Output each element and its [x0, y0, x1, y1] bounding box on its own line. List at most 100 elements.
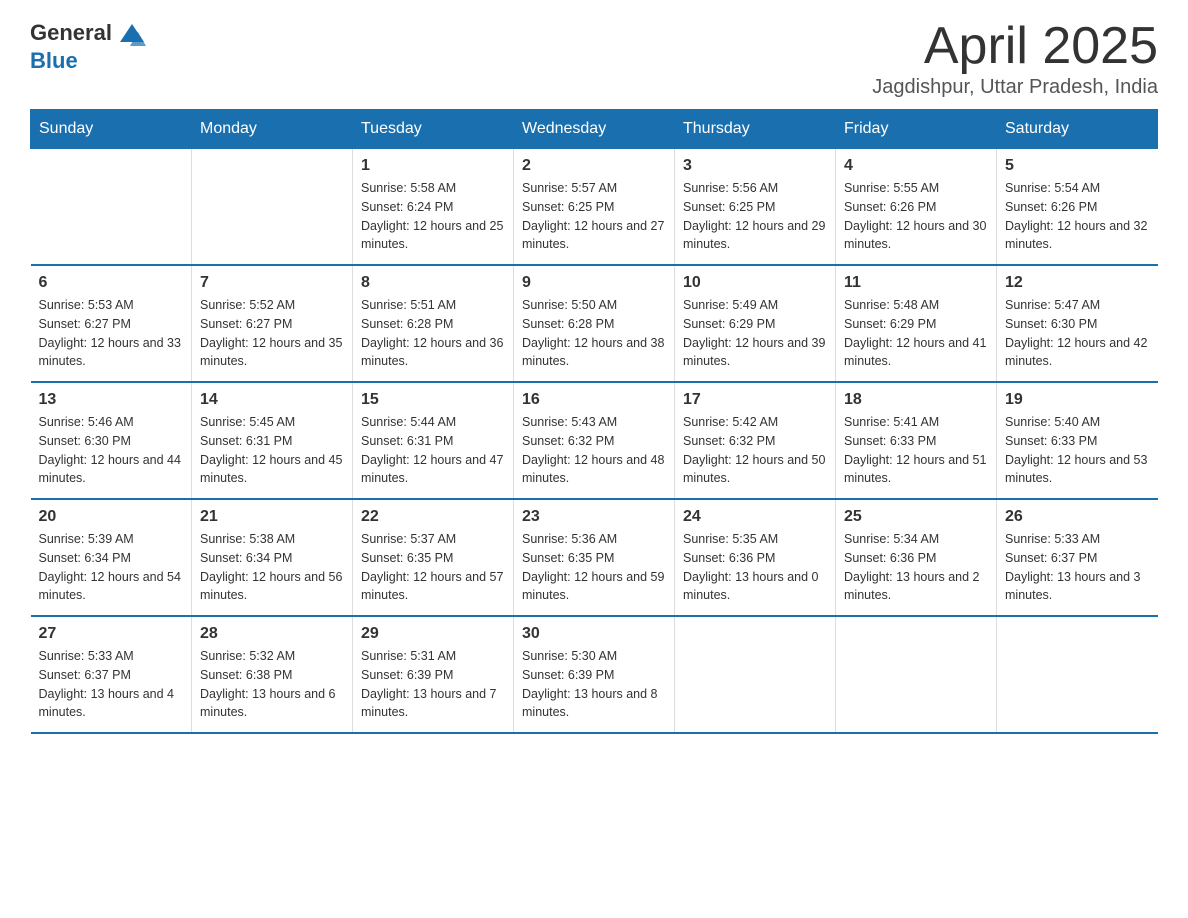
location-title: Jagdishpur, Uttar Pradesh, India — [872, 76, 1158, 99]
calendar-cell: 21 Sunrise: 5:38 AM Sunset: 6:34 PM Dayli… — [192, 499, 353, 616]
day-number: 23 — [522, 508, 666, 526]
day-info: Sunrise: 5:32 AM Sunset: 6:38 PM Dayligh… — [200, 647, 344, 722]
logo-text-blue: Blue — [30, 48, 78, 73]
day-number: 3 — [683, 157, 827, 175]
day-info: Sunrise: 5:53 AM Sunset: 6:27 PM Dayligh… — [39, 296, 184, 371]
calendar-week-row: 6 Sunrise: 5:53 AM Sunset: 6:27 PM Daylig… — [31, 265, 1158, 382]
day-info: Sunrise: 5:40 AM Sunset: 6:33 PM Dayligh… — [1005, 413, 1150, 488]
calendar-header-sunday: Sunday — [31, 110, 192, 149]
day-info: Sunrise: 5:54 AM Sunset: 6:26 PM Dayligh… — [1005, 179, 1150, 254]
calendar-header-saturday: Saturday — [997, 110, 1158, 149]
day-number: 16 — [522, 391, 666, 409]
day-number: 2 — [522, 157, 666, 175]
day-number: 10 — [683, 274, 827, 292]
day-number: 14 — [200, 391, 344, 409]
calendar-cell: 9 Sunrise: 5:50 AM Sunset: 6:28 PM Daylig… — [514, 265, 675, 382]
day-info: Sunrise: 5:51 AM Sunset: 6:28 PM Dayligh… — [361, 296, 505, 371]
calendar-cell: 28 Sunrise: 5:32 AM Sunset: 6:38 PM Dayli… — [192, 616, 353, 733]
day-number: 9 — [522, 274, 666, 292]
day-info: Sunrise: 5:46 AM Sunset: 6:30 PM Dayligh… — [39, 413, 184, 488]
day-number: 27 — [39, 625, 184, 643]
calendar-cell: 26Sunrise: 5:33 AM Sunset: 6:37 PM Dayli… — [997, 499, 1158, 616]
calendar-cell: 13 Sunrise: 5:46 AM Sunset: 6:30 PM Dayli… — [31, 382, 192, 499]
day-number: 18 — [844, 391, 988, 409]
calendar-cell: 14 Sunrise: 5:45 AM Sunset: 6:31 PM Dayli… — [192, 382, 353, 499]
calendar-cell: 11 Sunrise: 5:48 AM Sunset: 6:29 PM Dayli… — [836, 265, 997, 382]
calendar-cell: 29 Sunrise: 5:31 AM Sunset: 6:39 PM Dayli… — [353, 616, 514, 733]
calendar: SundayMondayTuesdayWednesdayThursdayFrid… — [30, 109, 1158, 734]
day-info: Sunrise: 5:49 AM Sunset: 6:29 PM Dayligh… — [683, 296, 827, 371]
calendar-week-row: 1Sunrise: 5:58 AM Sunset: 6:24 PM Daylig… — [31, 149, 1158, 266]
day-info: Sunrise: 5:47 AM Sunset: 6:30 PM Dayligh… — [1005, 296, 1150, 371]
calendar-header-tuesday: Tuesday — [353, 110, 514, 149]
calendar-header-thursday: Thursday — [675, 110, 836, 149]
day-number: 12 — [1005, 274, 1150, 292]
calendar-cell: 30 Sunrise: 5:30 AM Sunset: 6:39 PM Dayli… — [514, 616, 675, 733]
calendar-cell: 12 Sunrise: 5:47 AM Sunset: 6:30 PM Dayli… — [997, 265, 1158, 382]
day-number: 7 — [200, 274, 344, 292]
calendar-cell: 2Sunrise: 5:57 AM Sunset: 6:25 PM Daylig… — [514, 149, 675, 266]
day-number: 29 — [361, 625, 505, 643]
title-area: April 2025 Jagdishpur, Uttar Pradesh, In… — [872, 20, 1158, 99]
day-info: Sunrise: 5:35 AM Sunset: 6:36 PM Dayligh… — [683, 530, 827, 605]
day-number: 25 — [844, 508, 988, 526]
day-info: Sunrise: 5:43 AM Sunset: 6:32 PM Dayligh… — [522, 413, 666, 488]
day-info: Sunrise: 5:31 AM Sunset: 6:39 PM Dayligh… — [361, 647, 505, 722]
day-info: Sunrise: 5:55 AM Sunset: 6:26 PM Dayligh… — [844, 179, 988, 254]
day-info: Sunrise: 5:39 AM Sunset: 6:34 PM Dayligh… — [39, 530, 184, 605]
page-header: General Blue April 2025 Jagdishpur, Utta… — [30, 20, 1158, 99]
day-number: 17 — [683, 391, 827, 409]
month-title: April 2025 — [872, 20, 1158, 72]
calendar-cell: 25 Sunrise: 5:34 AM Sunset: 6:36 PM Dayli… — [836, 499, 997, 616]
day-info: Sunrise: 5:52 AM Sunset: 6:27 PM Dayligh… — [200, 296, 344, 371]
calendar-cell — [836, 616, 997, 733]
day-info: Sunrise: 5:56 AM Sunset: 6:25 PM Dayligh… — [683, 179, 827, 254]
calendar-cell: 4 Sunrise: 5:55 AM Sunset: 6:26 PM Daylig… — [836, 149, 997, 266]
day-info: Sunrise: 5:37 AM Sunset: 6:35 PM Dayligh… — [361, 530, 505, 605]
day-number: 8 — [361, 274, 505, 292]
calendar-cell — [997, 616, 1158, 733]
day-info: Sunrise: 5:33 AM Sunset: 6:37 PM Dayligh… — [1005, 530, 1150, 605]
day-info: Sunrise: 5:38 AM Sunset: 6:34 PM Dayligh… — [200, 530, 344, 605]
calendar-cell: 20 Sunrise: 5:39 AM Sunset: 6:34 PM Dayli… — [31, 499, 192, 616]
day-number: 21 — [200, 508, 344, 526]
calendar-cell: 10 Sunrise: 5:49 AM Sunset: 6:29 PM Dayli… — [675, 265, 836, 382]
calendar-cell: 8 Sunrise: 5:51 AM Sunset: 6:28 PM Daylig… — [353, 265, 514, 382]
day-number: 20 — [39, 508, 184, 526]
calendar-cell: 18Sunrise: 5:41 AM Sunset: 6:33 PM Dayli… — [836, 382, 997, 499]
calendar-cell: 24Sunrise: 5:35 AM Sunset: 6:36 PM Dayli… — [675, 499, 836, 616]
day-info: Sunrise: 5:45 AM Sunset: 6:31 PM Dayligh… — [200, 413, 344, 488]
day-info: Sunrise: 5:44 AM Sunset: 6:31 PM Dayligh… — [361, 413, 505, 488]
calendar-week-row: 13 Sunrise: 5:46 AM Sunset: 6:30 PM Dayli… — [31, 382, 1158, 499]
day-number: 13 — [39, 391, 184, 409]
day-info: Sunrise: 5:48 AM Sunset: 6:29 PM Dayligh… — [844, 296, 988, 371]
calendar-week-row: 27 Sunrise: 5:33 AM Sunset: 6:37 PM Dayli… — [31, 616, 1158, 733]
logo-text-general: General — [30, 20, 112, 45]
day-number: 28 — [200, 625, 344, 643]
calendar-header-friday: Friday — [836, 110, 997, 149]
calendar-cell: 1Sunrise: 5:58 AM Sunset: 6:24 PM Daylig… — [353, 149, 514, 266]
calendar-cell: 15 Sunrise: 5:44 AM Sunset: 6:31 PM Dayli… — [353, 382, 514, 499]
logo-icon — [118, 20, 146, 48]
day-number: 6 — [39, 274, 184, 292]
calendar-cell: 22 Sunrise: 5:37 AM Sunset: 6:35 PM Dayli… — [353, 499, 514, 616]
day-info: Sunrise: 5:50 AM Sunset: 6:28 PM Dayligh… — [522, 296, 666, 371]
day-info: Sunrise: 5:33 AM Sunset: 6:37 PM Dayligh… — [39, 647, 184, 722]
day-number: 11 — [844, 274, 988, 292]
calendar-cell — [675, 616, 836, 733]
calendar-header-row: SundayMondayTuesdayWednesdayThursdayFrid… — [31, 110, 1158, 149]
calendar-cell — [192, 149, 353, 266]
day-number: 15 — [361, 391, 505, 409]
day-number: 5 — [1005, 157, 1150, 175]
day-number: 22 — [361, 508, 505, 526]
day-number: 4 — [844, 157, 988, 175]
day-info: Sunrise: 5:30 AM Sunset: 6:39 PM Dayligh… — [522, 647, 666, 722]
calendar-header-wednesday: Wednesday — [514, 110, 675, 149]
day-number: 30 — [522, 625, 666, 643]
logo: General Blue — [30, 20, 146, 74]
calendar-cell: 3 Sunrise: 5:56 AM Sunset: 6:25 PM Daylig… — [675, 149, 836, 266]
day-info: Sunrise: 5:42 AM Sunset: 6:32 PM Dayligh… — [683, 413, 827, 488]
calendar-cell: 23Sunrise: 5:36 AM Sunset: 6:35 PM Dayli… — [514, 499, 675, 616]
day-info: Sunrise: 5:34 AM Sunset: 6:36 PM Dayligh… — [844, 530, 988, 605]
calendar-cell: 16 Sunrise: 5:43 AM Sunset: 6:32 PM Dayli… — [514, 382, 675, 499]
